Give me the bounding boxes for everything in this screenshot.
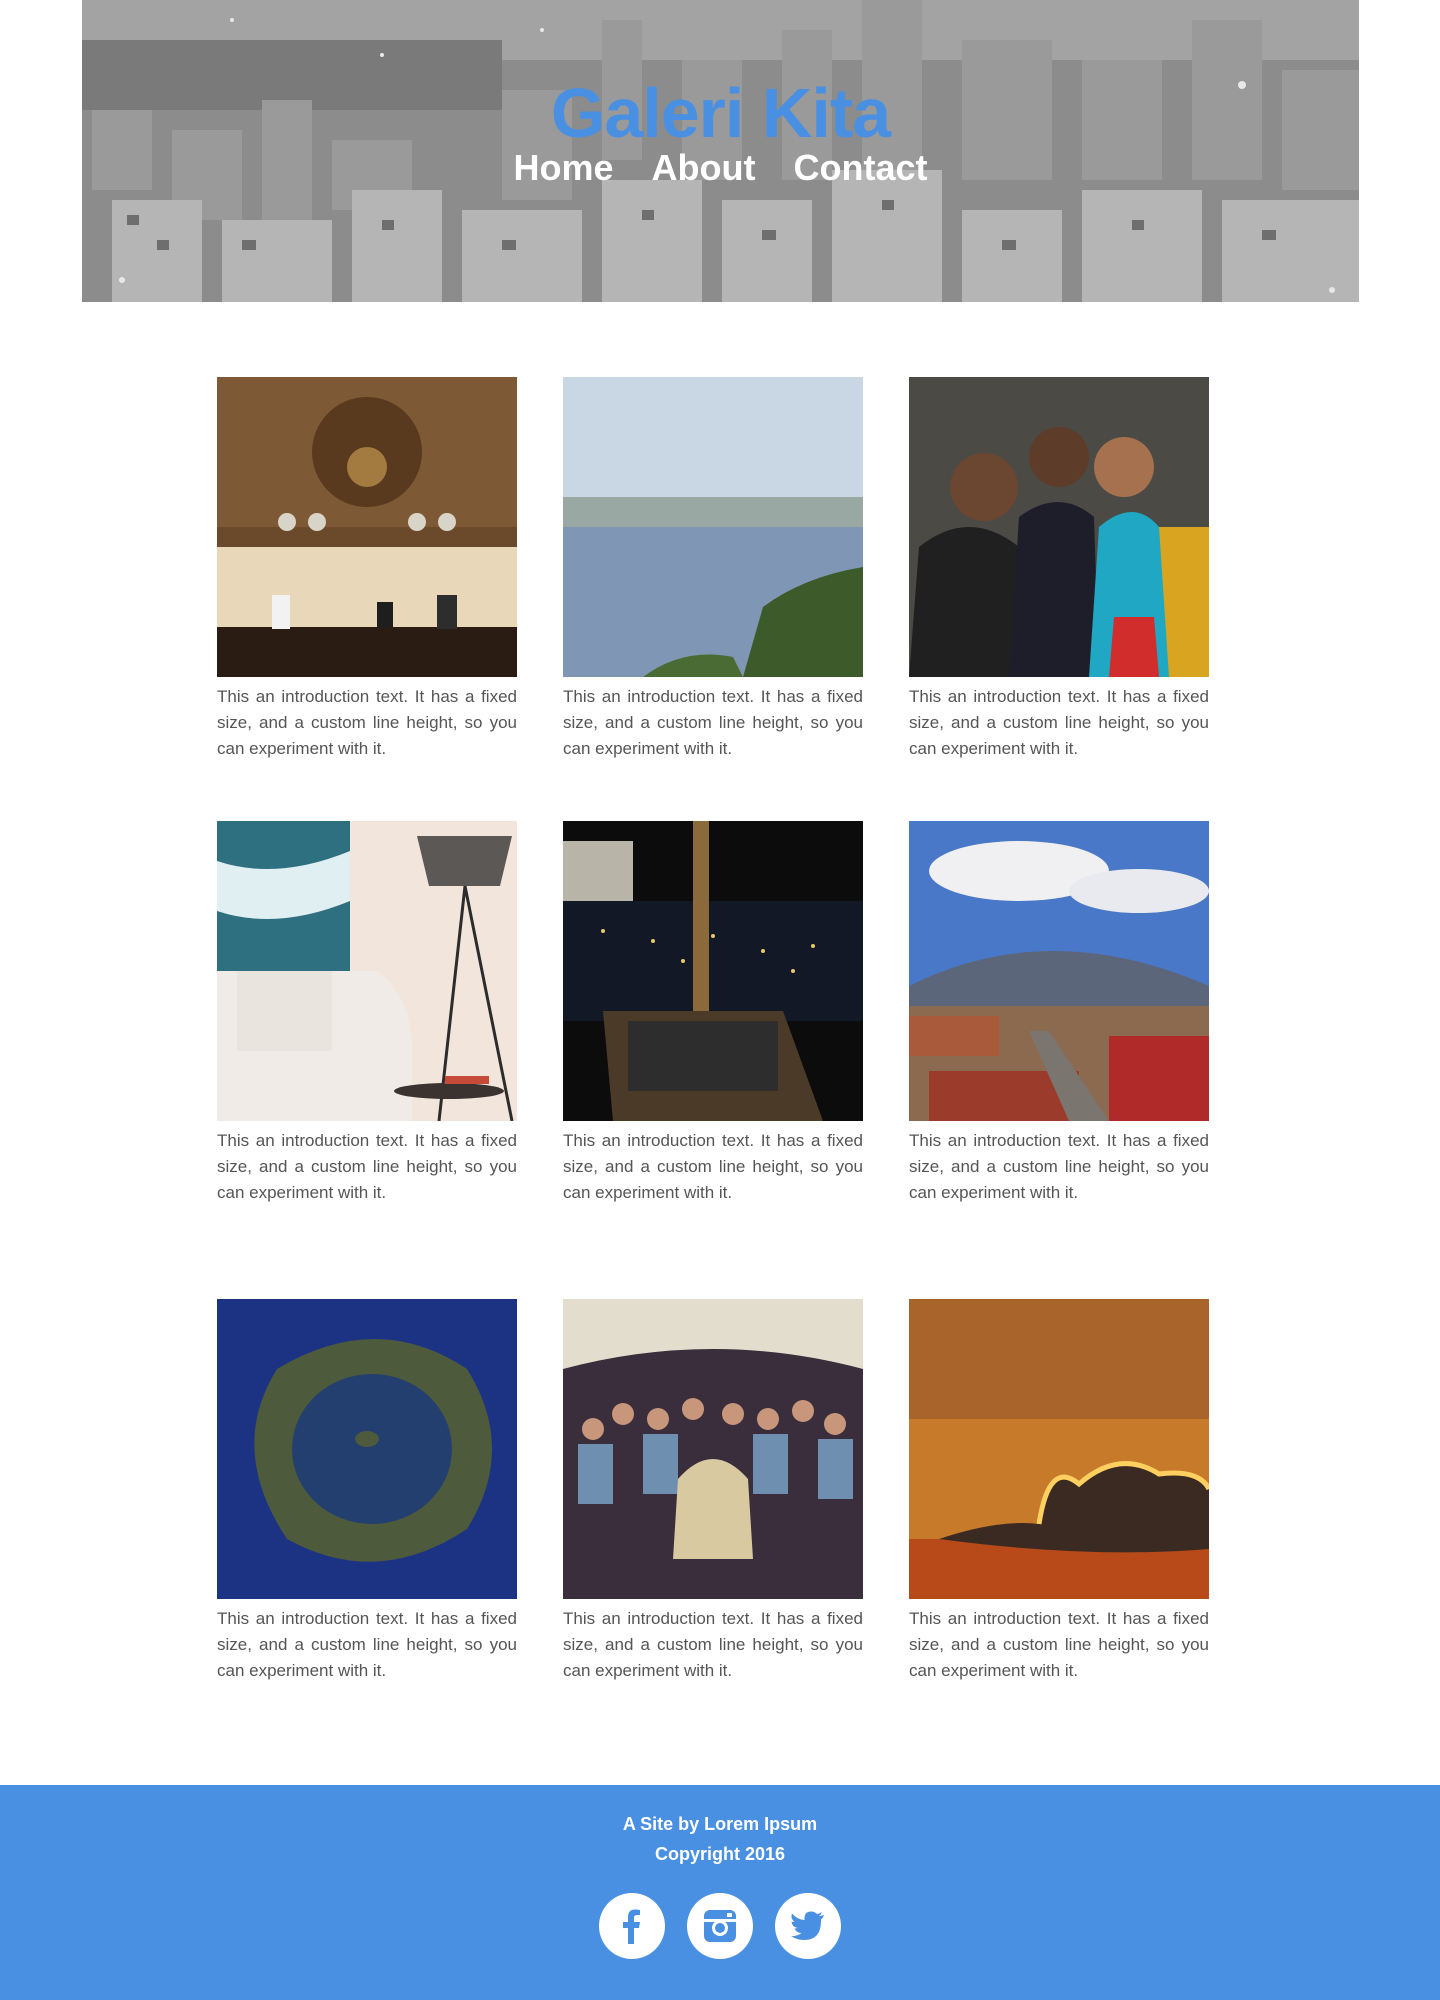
nav-home[interactable]: Home	[514, 150, 614, 186]
gallery-card: This an introduction text. It has a fixe…	[909, 377, 1209, 762]
facebook-icon[interactable]	[598, 1893, 665, 1959]
gallery-card: This an introduction text. It has a fixe…	[909, 821, 1209, 1206]
site-footer: A Site by Lorem Ipsum Copyright 2016	[0, 1785, 1440, 2000]
site-title: Galeri Kita	[550, 74, 891, 152]
instagram-icon[interactable]	[687, 1893, 753, 1959]
gallery-image-hotel-lobby[interactable]	[217, 377, 517, 677]
footer-copyright: Copyright 2016	[654, 1844, 786, 1864]
footer-credit: A Site by Lorem Ipsum	[622, 1814, 818, 1834]
image-caption: This an introduction text. It has a fixe…	[563, 1609, 863, 1680]
gallery-card: This an introduction text. It has a fixe…	[217, 377, 517, 762]
image-caption: This an introduction text. It has a fixe…	[217, 1609, 517, 1680]
image-caption: This an introduction text. It has a fixe…	[909, 1609, 1209, 1680]
gallery-card: This an introduction text. It has a fixe…	[909, 1299, 1209, 1684]
image-caption: This an introduction text. It has a fixe…	[563, 687, 863, 758]
gallery-card: This an introduction text. It has a fixe…	[563, 821, 863, 1206]
gallery-card: This an introduction text. It has a fixe…	[563, 1299, 863, 1684]
gallery-card: This an introduction text. It has a fixe…	[563, 377, 863, 762]
gallery-image-living-room[interactable]	[217, 821, 517, 1121]
gallery-image-city-lake[interactable]	[563, 377, 863, 677]
twitter-icon[interactable]	[775, 1893, 842, 1959]
image-caption: This an introduction text. It has a fixe…	[909, 1131, 1209, 1202]
gallery-image-island-crater[interactable]	[217, 1299, 517, 1599]
image-caption: This an introduction text. It has a fixe…	[217, 1131, 517, 1202]
main-nav: Home About Contact	[82, 150, 1359, 186]
gallery-card: This an introduction text. It has a fixe…	[217, 821, 517, 1206]
gallery-image-night-city[interactable]	[563, 821, 863, 1121]
gallery-image-three-people[interactable]	[909, 377, 1209, 677]
hero-banner: Galeri Kita Home About Contact	[82, 0, 1359, 302]
nav-about[interactable]: About	[652, 150, 756, 186]
gallery-card: This an introduction text. It has a fixe…	[217, 1299, 517, 1684]
gallery-image-sunset[interactable]	[909, 1299, 1209, 1599]
nav-contact[interactable]: Contact	[794, 150, 928, 186]
gallery-image-volcano-town[interactable]	[909, 821, 1209, 1121]
gallery-image-group-tent[interactable]	[563, 1299, 863, 1599]
image-caption: This an introduction text. It has a fixe…	[217, 687, 517, 758]
social-links	[0, 1893, 1440, 1959]
image-caption: This an introduction text. It has a fixe…	[909, 687, 1209, 758]
image-caption: This an introduction text. It has a fixe…	[563, 1131, 863, 1202]
